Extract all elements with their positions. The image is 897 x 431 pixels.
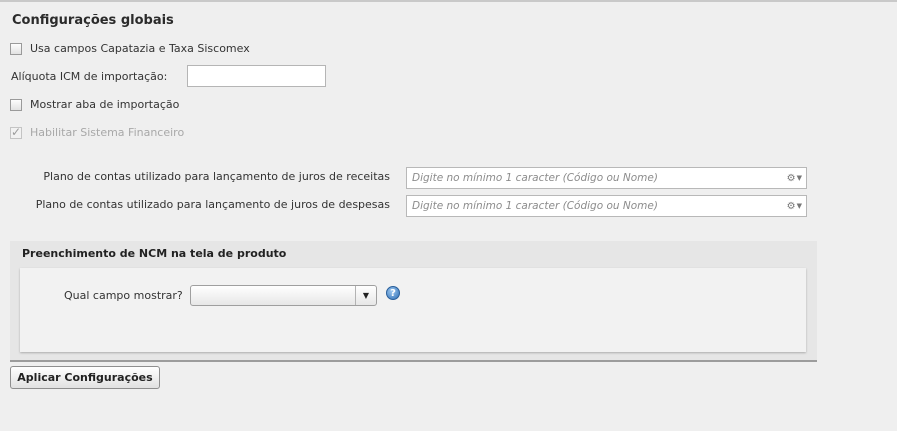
plano-despesas-placeholder: Digite no mínimo 1 caracter (Código ou N… xyxy=(412,200,658,212)
qual-campo-select[interactable]: ▼ xyxy=(190,285,377,306)
ncm-panel-body: Qual campo mostrar? ▼ ? xyxy=(20,268,806,352)
gear-icon: ⚙ xyxy=(786,172,796,184)
checkmark-icon: ✓ xyxy=(11,124,22,139)
plano-receitas-placeholder: Digite no mínimo 1 caracter (Código ou N… xyxy=(412,172,658,184)
apply-configurations-button[interactable]: Aplicar Configurações xyxy=(10,366,160,389)
mostrar-aba-checkbox[interactable] xyxy=(10,98,22,111)
page-title: Configurações globais xyxy=(12,13,174,28)
plano-receitas-autocomplete[interactable]: Digite no mínimo 1 caracter (Código ou N… xyxy=(406,167,807,189)
plano-despesas-autocomplete[interactable]: Digite no mínimo 1 caracter (Código ou N… xyxy=(406,195,807,217)
ncm-panel-title: Preenchimento de NCM na tela de produto xyxy=(22,247,287,260)
caret-down-icon: ▼ xyxy=(796,174,802,182)
plano-receitas-label: Plano de contas utilizado para lançament… xyxy=(43,170,390,183)
capatazia-checkbox[interactable] xyxy=(10,42,22,55)
aliquota-input[interactable] xyxy=(187,65,326,87)
financeiro-checkbox: ✓ xyxy=(10,124,22,139)
capatazia-option[interactable]: Usa campos Capatazia e Taxa Siscomex xyxy=(10,42,250,55)
capatazia-label: Usa campos Capatazia e Taxa Siscomex xyxy=(30,42,250,55)
mostrar-aba-option[interactable]: Mostrar aba de importação xyxy=(10,98,179,111)
aliquota-label: Alíquota ICM de importação: xyxy=(11,70,168,83)
mostrar-aba-label: Mostrar aba de importação xyxy=(30,98,180,111)
help-icon[interactable]: ? xyxy=(386,286,400,300)
gear-icon: ⚙ xyxy=(786,200,796,212)
gear-dropdown-icon[interactable]: ⚙ ▼ xyxy=(787,201,802,212)
plano-despesas-label: Plano de contas utilizado para lançament… xyxy=(35,198,390,211)
ncm-panel: Preenchimento de NCM na tela de produto … xyxy=(10,241,817,362)
financeiro-option: ✓ Habilitar Sistema Financeiro xyxy=(10,124,185,139)
gear-dropdown-icon[interactable]: ⚙ ▼ xyxy=(787,173,802,184)
select-arrow-icon[interactable]: ▼ xyxy=(355,286,376,305)
financeiro-label: Habilitar Sistema Financeiro xyxy=(30,126,185,139)
qual-campo-label: Qual campo mostrar? xyxy=(64,289,183,302)
caret-down-icon: ▼ xyxy=(796,202,802,210)
